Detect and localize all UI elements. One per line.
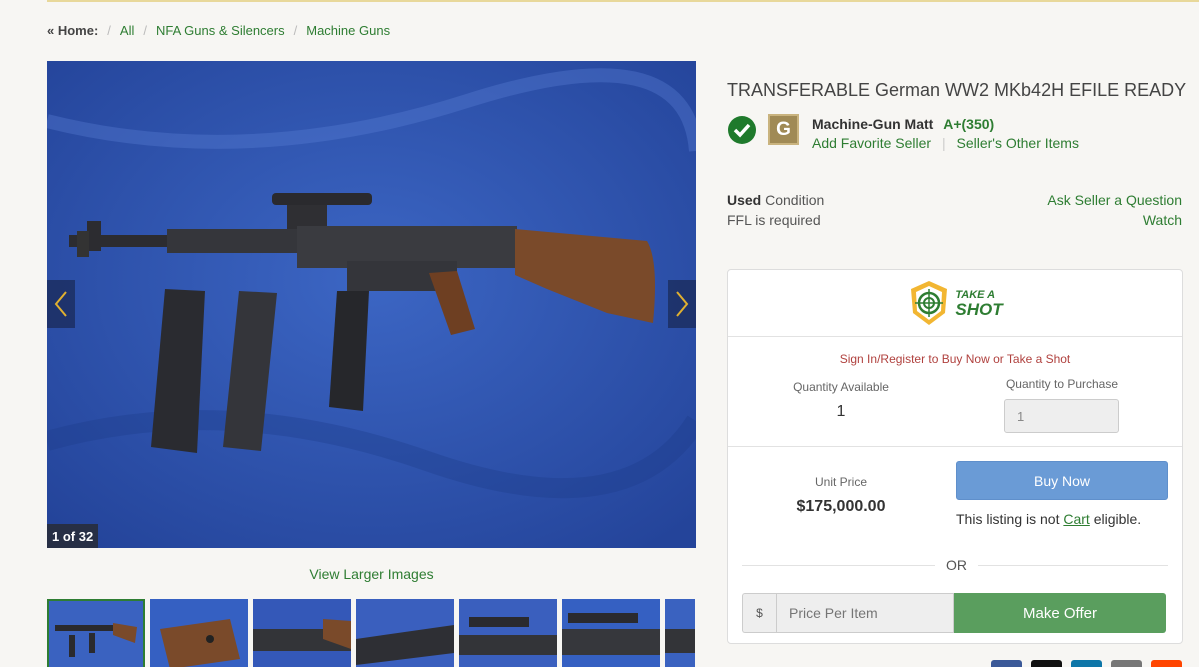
top-accent-line <box>47 0 1199 2</box>
quantity-available-value: 1 <box>836 403 846 420</box>
buy-now-button[interactable]: Buy Now <box>956 461 1168 500</box>
chevron-right-icon <box>676 291 689 317</box>
separator: | <box>941 135 946 151</box>
thumbnail[interactable] <box>459 599 557 667</box>
seller-rating[interactable]: A+(350) <box>943 116 994 132</box>
breadcrumb-home[interactable]: « Home: <box>47 23 98 38</box>
make-offer-row: $ Make Offer <box>742 593 1166 633</box>
cart-note-prefix: This listing is not <box>956 511 1060 527</box>
breadcrumb-nfa[interactable]: NFA Guns & Silencers <box>156 23 285 38</box>
thumbnail[interactable] <box>665 599 695 667</box>
target-shield-icon <box>911 281 948 325</box>
take-a-shot-line2: SHOT <box>955 299 1003 319</box>
linkedin-share-icon[interactable] <box>1071 660 1102 667</box>
seller-block: G Machine-Gun Matt A+(350) Add Favorite … <box>727 114 1079 153</box>
breadcrumb: « Home: / All / NFA Guns & Silencers / M… <box>47 23 390 38</box>
seller-name[interactable]: Machine-Gun Matt <box>812 116 933 132</box>
price-per-item-input[interactable] <box>776 593 954 633</box>
verified-check-icon <box>728 116 756 144</box>
chevron-left-icon <box>54 291 67 317</box>
facebook-share-icon[interactable] <box>991 660 1022 667</box>
previous-image-button[interactable] <box>47 280 75 328</box>
ask-seller-link[interactable]: Ask Seller a Question <box>1047 190 1182 210</box>
divider <box>728 446 1182 447</box>
condition-value: Used <box>727 192 762 208</box>
make-offer-button[interactable]: Make Offer <box>954 593 1166 633</box>
take-a-shot-label: TAKE A SHOT <box>955 289 1002 318</box>
view-larger-images-link[interactable]: View Larger Images <box>47 566 696 582</box>
breadcrumb-all[interactable]: All <box>120 23 134 38</box>
ffl-note: FFL is required <box>727 212 821 228</box>
breadcrumb-separator: / <box>107 23 111 38</box>
email-share-icon[interactable] <box>1111 660 1142 667</box>
cart-link[interactable]: Cart <box>1063 511 1089 527</box>
currency-addon: $ <box>742 593 776 633</box>
cart-eligibility-note: This listing is not Cart eligible. <box>956 511 1186 527</box>
quantity-available-label: Quantity Available <box>793 380 889 394</box>
take-a-shot-banner[interactable]: TAKE A SHOT <box>728 270 1182 337</box>
thumbnail[interactable] <box>150 599 248 667</box>
condition-label: Condition <box>765 192 825 208</box>
sellers-other-items-link[interactable]: Seller's Other Items <box>956 135 1079 151</box>
thumbnail[interactable] <box>356 599 454 667</box>
seller-grade-icon: G <box>768 114 799 145</box>
unit-price-value: $175,000.00 <box>796 498 886 515</box>
quantity-to-purchase-label: Quantity to Purchase <box>1005 377 1119 391</box>
thumbnail-strip <box>47 599 696 667</box>
listing-actions: Ask Seller a Question Watch <box>1047 190 1182 230</box>
purchase-box: TAKE A SHOT Sign In/Register to Buy Now … <box>727 269 1183 644</box>
image-counter: 1 of 32 <box>47 524 99 548</box>
cart-note-suffix: eligible. <box>1093 511 1142 527</box>
signin-link[interactable]: Sign In/Register to Buy Now or Take a Sh… <box>728 352 1182 366</box>
next-image-button[interactable] <box>668 280 696 328</box>
add-favorite-seller-link[interactable]: Add Favorite Seller <box>812 135 931 151</box>
reddit-share-icon[interactable] <box>1151 660 1182 667</box>
condition-block: Used Condition FFL is required <box>727 190 824 230</box>
rifle-photo <box>47 61 696 548</box>
thumbnail[interactable] <box>562 599 660 667</box>
x-share-icon[interactable] <box>1031 660 1062 667</box>
breadcrumb-separator: / <box>143 23 147 38</box>
watch-link[interactable]: Watch <box>1047 210 1182 230</box>
or-label: OR <box>935 557 978 573</box>
thumbnail[interactable] <box>47 599 145 667</box>
thumbnail[interactable] <box>253 599 351 667</box>
main-product-image[interactable]: 1 of 32 <box>47 61 696 548</box>
unit-price-label: Unit Price <box>814 475 867 489</box>
breadcrumb-separator: / <box>293 23 298 38</box>
breadcrumb-machine-guns[interactable]: Machine Guns <box>306 23 390 38</box>
quantity-input[interactable] <box>1004 399 1119 433</box>
listing-title: TRANSFERABLE German WW2 MKb42H EFILE REA… <box>727 80 1187 100</box>
